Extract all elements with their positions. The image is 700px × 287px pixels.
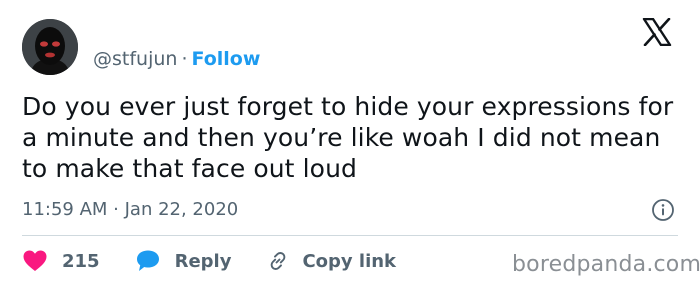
tweet-header: @stfujun · Follow <box>93 47 260 71</box>
separator-dot: · <box>181 48 188 70</box>
watermark: boredpanda.com <box>512 252 700 277</box>
heart-icon <box>23 250 47 271</box>
tweet-card: @stfujun · Follow Do you ever just forget … <box>0 0 700 287</box>
divider <box>22 235 678 236</box>
speech-bubble-icon <box>136 250 159 271</box>
follow-button[interactable]: Follow <box>192 48 261 70</box>
like-button[interactable]: 215 <box>22 249 100 273</box>
avatar[interactable] <box>22 19 78 75</box>
x-logo-icon[interactable] <box>642 17 672 47</box>
action-bar: 215 Reply Copy link <box>22 247 396 275</box>
reply-button[interactable]: Reply <box>135 249 232 273</box>
avatar-image <box>22 19 78 75</box>
reply-label: Reply <box>174 250 232 272</box>
user-handle[interactable]: @stfujun <box>93 48 177 70</box>
tweet-text: Do you ever just forget to hide your exp… <box>22 92 674 183</box>
tweet-timestamp[interactable]: 11:59 AM · Jan 22, 2020 <box>22 198 238 222</box>
info-icon[interactable] <box>651 198 675 222</box>
copy-link-button[interactable]: Copy link <box>266 249 396 273</box>
copy-link-label: Copy link <box>302 250 397 272</box>
link-icon <box>271 252 286 270</box>
like-count: 215 <box>62 250 100 272</box>
